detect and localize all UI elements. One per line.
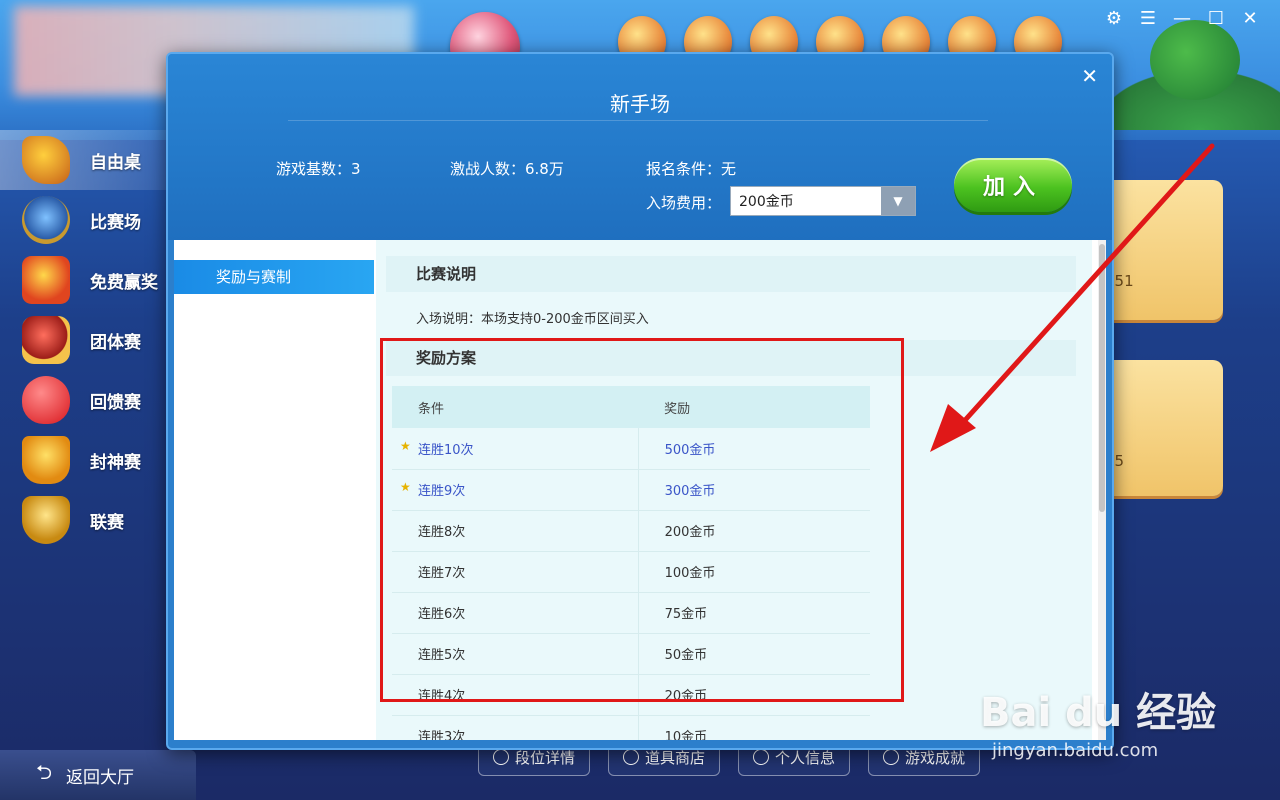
back-label: 返回大厅 <box>66 767 135 788</box>
menu-icon[interactable]: ☰ <box>1136 8 1160 30</box>
header-divider <box>288 120 988 121</box>
sidebar-item-team[interactable]: 团体赛 <box>0 310 172 370</box>
trophy-icon <box>22 496 70 544</box>
scroll-thumb[interactable] <box>1099 244 1105 512</box>
sidebar-item-free-table[interactable]: 自由桌 <box>0 130 172 190</box>
reward-cell: 10金币 <box>637 715 870 740</box>
table-row: 连胜3次 10金币 <box>392 715 870 740</box>
gift-icon <box>22 256 70 304</box>
close-window-icon[interactable]: ✕ <box>1238 8 1262 30</box>
annotation-highlight-box <box>380 338 904 702</box>
sidebar-item-league[interactable]: 联赛 <box>0 490 172 550</box>
entry-fee-value: 200金币 <box>739 194 794 210</box>
sidebar-item-label: 自由桌 <box>90 152 141 173</box>
close-icon[interactable]: ✕ <box>1081 64 1098 88</box>
room-card[interactable]: 45 <box>1103 360 1223 496</box>
team-banner-icon <box>22 316 70 364</box>
user-icon <box>753 749 770 765</box>
crown-icon <box>22 436 70 484</box>
sidebar-item-label: 免费赢奖 <box>90 272 158 293</box>
back-arrow-icon: ⮌ <box>36 760 53 784</box>
sidebar-item-label: 比赛场 <box>90 212 141 233</box>
players-count-text: 激战人数：6.8万 <box>450 160 564 178</box>
join-button[interactable]: 加入 <box>954 158 1072 212</box>
heart-icon <box>22 376 70 424</box>
tab-rewards-rules[interactable]: 奖励与赛制 <box>174 260 374 294</box>
medal-icon <box>883 749 900 765</box>
settings-gear-icon[interactable]: ⚙ <box>1102 8 1126 30</box>
sidebar: 自由桌 比赛场 免费赢奖 团体赛 回馈赛 封神赛 联赛 <box>0 130 172 750</box>
tab-column: 奖励与赛制 <box>174 240 374 740</box>
maximize-icon[interactable]: ☐ <box>1204 8 1228 30</box>
signup-condition-text: 报名条件：无 <box>646 160 737 178</box>
back-to-lobby-button[interactable]: ⮌ 返回大厅 <box>0 750 196 800</box>
entry-note: 入场说明：本场支持0-200金币区间买入 <box>416 312 649 327</box>
game-base-text: 游戏基数：3 <box>276 160 361 178</box>
match-badge-icon <box>22 196 70 244</box>
condition-cell: 连胜3次 <box>392 715 639 740</box>
sidebar-item-label: 封神赛 <box>90 452 141 473</box>
room-card[interactable]: 951 <box>1103 180 1223 320</box>
shop-icon <box>623 749 640 765</box>
sidebar-item-label: 联赛 <box>90 512 124 533</box>
dialog-title: 新手场 <box>610 92 670 116</box>
rank-icon <box>493 749 509 765</box>
dialog-header: 新手场 ✕ 游戏基数：3 激战人数：6.8万 报名条件：无 入场费用： 200金… <box>168 54 1112 240</box>
sidebar-item-feedback[interactable]: 回馈赛 <box>0 370 172 430</box>
baidu-watermark: Bai du 经验 <box>980 690 1217 736</box>
sidebar-item-label: 团体赛 <box>90 332 141 353</box>
entry-fee-label: 入场费用： <box>646 194 722 212</box>
sidebar-item-free-prize[interactable]: 免费赢奖 <box>0 250 172 310</box>
content-scrollbar[interactable] <box>1098 240 1106 740</box>
table-icon <box>22 136 70 184</box>
match-description-heading: 比赛说明 <box>386 256 1076 292</box>
entry-fee-select[interactable]: 200金币 ▼ <box>730 186 916 216</box>
chevron-down-icon[interactable]: ▼ <box>881 187 915 215</box>
sidebar-item-match[interactable]: 比赛场 <box>0 190 172 250</box>
baidu-watermark-url: jingyan.baidu.com <box>992 740 1159 761</box>
background-tree <box>1150 20 1240 100</box>
minimize-icon[interactable]: — <box>1170 8 1194 30</box>
sidebar-item-label: 回馈赛 <box>90 392 141 413</box>
window-controls: ⚙ ☰ — ☐ ✕ <box>1102 8 1262 30</box>
sidebar-item-god[interactable]: 封神赛 <box>0 430 172 490</box>
